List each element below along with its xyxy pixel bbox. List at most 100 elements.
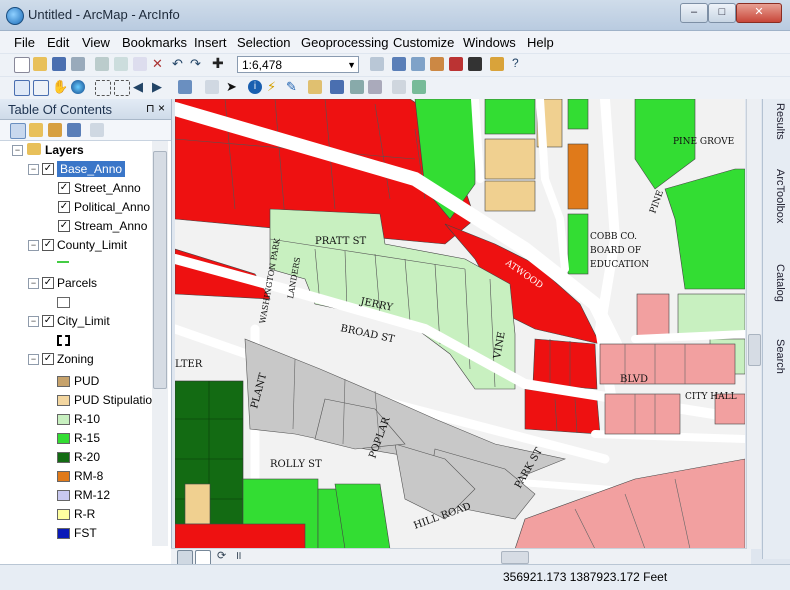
dock-tab-catalog[interactable]: Catalog xyxy=(766,264,786,302)
zoning-legend-label[interactable]: R-20 xyxy=(74,449,100,465)
zoning-legend-label[interactable]: RM-8 xyxy=(74,468,103,484)
find-route-icon[interactable] xyxy=(350,80,364,94)
select-elements-arrow-icon[interactable]: ➤ xyxy=(226,80,240,94)
zoning-legend-label[interactable]: RD xyxy=(74,544,91,546)
zoning-legend-label[interactable]: RM-12 xyxy=(74,487,110,503)
list-by-source-icon[interactable] xyxy=(29,123,43,137)
parcels-checkbox[interactable]: ✓ xyxy=(42,277,54,289)
base-anno-checkbox[interactable]: ✓ xyxy=(42,163,54,175)
go-to-xy-icon[interactable] xyxy=(368,80,382,94)
model-builder-icon[interactable] xyxy=(490,57,504,71)
toc-scroll-thumb[interactable] xyxy=(153,151,167,389)
find-binoculars-icon[interactable] xyxy=(330,80,344,94)
zoom-out-icon[interactable] xyxy=(33,80,49,96)
dock-tab-search[interactable]: Search xyxy=(766,339,786,374)
menu-help[interactable]: Help xyxy=(527,35,554,50)
measure-ruler-icon[interactable] xyxy=(308,80,322,94)
county-limit-checkbox[interactable]: ✓ xyxy=(42,239,54,251)
minimize-button[interactable]: – xyxy=(680,3,708,23)
toc-vertical-scrollbar[interactable] xyxy=(152,141,168,546)
clear-selection-icon[interactable] xyxy=(205,80,219,94)
list-by-drawing-order-icon[interactable] xyxy=(10,123,26,139)
refresh-icon[interactable]: ⟳ xyxy=(217,550,231,564)
catalog-window-icon[interactable] xyxy=(411,57,425,71)
political-anno-checkbox[interactable]: ✓ xyxy=(58,201,70,213)
dock-tab-arctoolbox[interactable]: ArcToolbox xyxy=(766,169,786,223)
menu-bookmarks[interactable]: Bookmarks xyxy=(122,35,187,50)
map-scroll-thumb[interactable] xyxy=(501,551,529,564)
forward-arrow-icon[interactable]: ▶ xyxy=(152,80,166,94)
layers-dataframe-label[interactable]: Layers xyxy=(45,142,84,158)
fixed-zoom-in-icon[interactable] xyxy=(95,80,111,96)
layer-parcels[interactable]: Parcels xyxy=(57,275,97,291)
arctoolbox-icon[interactable] xyxy=(449,57,463,71)
copy-icon[interactable] xyxy=(114,57,128,71)
create-viewer-window-icon[interactable] xyxy=(412,80,426,94)
zoning-checkbox[interactable]: ✓ xyxy=(42,353,54,365)
time-slider-icon[interactable] xyxy=(392,80,406,94)
menu-edit[interactable]: Edit xyxy=(47,35,69,50)
zoning-legend-label[interactable]: FST xyxy=(74,525,97,541)
zoom-in-icon[interactable] xyxy=(14,80,30,96)
close-icon[interactable]: × xyxy=(158,101,165,115)
menu-view[interactable]: View xyxy=(82,35,110,50)
save-icon[interactable] xyxy=(52,57,66,71)
list-by-visibility-icon[interactable] xyxy=(48,123,62,137)
layer-political-anno[interactable]: Political_Anno xyxy=(74,199,150,215)
collapse-county-limit-icon[interactable]: − xyxy=(28,240,39,251)
street-anno-checkbox[interactable]: ✓ xyxy=(58,182,70,194)
menu-selection[interactable]: Selection xyxy=(237,35,290,50)
layer-street-anno[interactable]: Street_Anno xyxy=(74,180,141,196)
html-popup-icon[interactable]: ✎ xyxy=(286,80,300,94)
search-window-icon[interactable] xyxy=(430,57,444,71)
menu-geoprocessing[interactable]: Geoprocessing xyxy=(301,35,388,50)
pan-hand-icon[interactable]: ✋ xyxy=(52,80,68,94)
table-of-contents-icon[interactable] xyxy=(392,57,406,71)
menu-windows[interactable]: Windows xyxy=(463,35,516,50)
collapse-layers-icon[interactable]: − xyxy=(12,145,23,156)
redo-icon[interactable]: ↷ xyxy=(190,57,204,71)
zoning-legend-label[interactable]: R-15 xyxy=(74,430,100,446)
map-vertical-scrollbar[interactable] xyxy=(746,99,761,549)
cut-icon[interactable] xyxy=(95,57,109,71)
zoning-legend-label[interactable]: R-10 xyxy=(74,411,100,427)
full-extent-globe-icon[interactable] xyxy=(71,80,85,94)
collapse-base-anno-icon[interactable]: − xyxy=(28,164,39,175)
zoning-legend-label[interactable]: PUD Stipulation xyxy=(74,392,152,408)
options-icon[interactable] xyxy=(90,123,104,137)
map-vertical-scroll-thumb[interactable] xyxy=(748,334,761,366)
map-scale-combo[interactable]: 1:6,478 ▼ xyxy=(237,56,359,73)
menu-file[interactable]: File xyxy=(14,35,35,50)
layer-city-limit[interactable]: City_Limit xyxy=(57,313,110,329)
dock-tab-results[interactable]: Results xyxy=(766,103,786,140)
collapse-parcels-icon[interactable]: − xyxy=(28,278,39,289)
identify-icon[interactable]: i xyxy=(248,80,262,94)
delete-icon[interactable]: ✕ xyxy=(152,57,166,71)
map-view[interactable]: PRATT ST JERRY BROAD ST ROLLY ST POPLAR … xyxy=(175,99,745,549)
layer-zoning[interactable]: Zoning xyxy=(57,351,94,367)
zoning-legend-label[interactable]: PUD xyxy=(74,373,99,389)
layer-stream-anno[interactable]: Stream_Anno xyxy=(74,218,147,234)
paste-icon[interactable] xyxy=(133,57,147,71)
arcmap-app-icon[interactable] xyxy=(6,7,24,25)
menu-insert[interactable]: Insert xyxy=(194,35,227,50)
collapse-zoning-icon[interactable]: − xyxy=(28,354,39,365)
pin-icon[interactable]: ⊓ xyxy=(146,102,155,115)
editor-toolbar-icon[interactable] xyxy=(370,57,384,71)
close-button[interactable]: ✕ xyxy=(736,3,782,23)
city-limit-checkbox[interactable]: ✓ xyxy=(42,315,54,327)
fixed-zoom-out-icon[interactable] xyxy=(114,80,130,96)
list-by-selection-icon[interactable] xyxy=(67,123,81,137)
python-window-icon[interactable] xyxy=(468,57,482,71)
stream-anno-checkbox[interactable]: ✓ xyxy=(58,220,70,232)
back-arrow-icon[interactable]: ◀ xyxy=(133,80,147,94)
pause-drawing-icon[interactable]: ॥ xyxy=(235,550,249,564)
print-icon[interactable] xyxy=(71,57,85,71)
layer-base-anno[interactable]: Base_Anno xyxy=(57,161,126,177)
menu-customize[interactable]: Customize xyxy=(393,35,454,50)
new-document-icon[interactable] xyxy=(14,57,30,73)
layer-county-limit[interactable]: County_Limit xyxy=(57,237,127,253)
undo-icon[interactable]: ↶ xyxy=(172,57,186,71)
zoning-legend-label[interactable]: R-R xyxy=(74,506,95,522)
open-folder-icon[interactable] xyxy=(33,57,47,71)
